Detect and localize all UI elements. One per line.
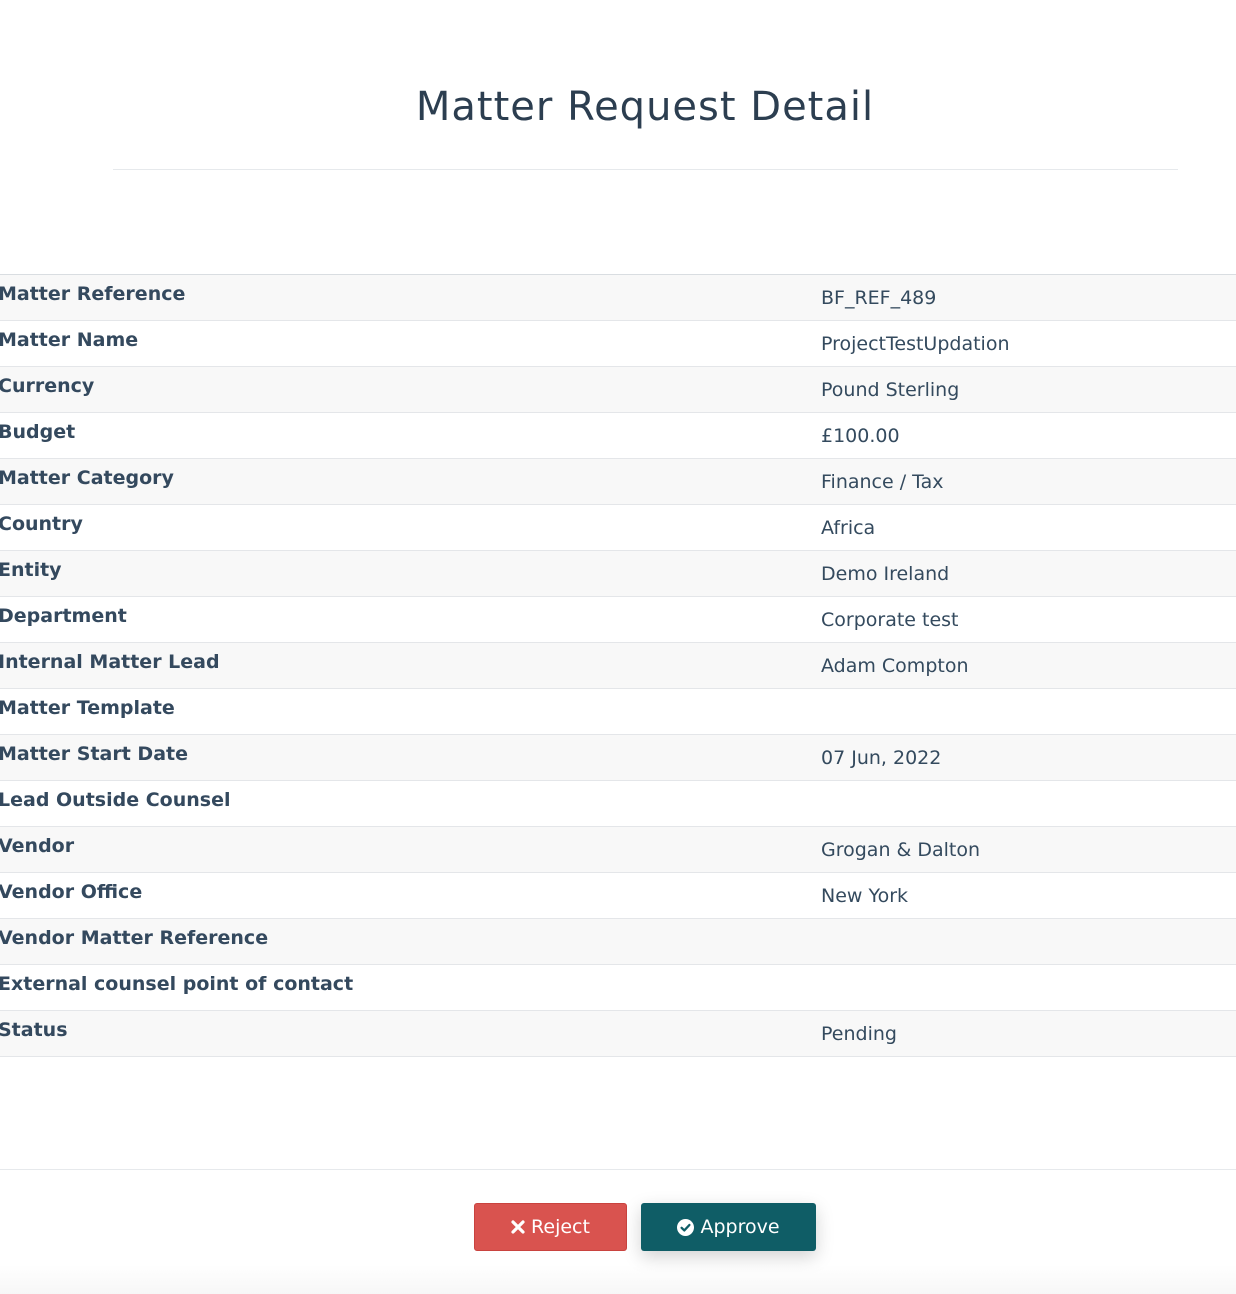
table-row: Matter Category Finance / Tax [0, 458, 1236, 505]
matter-request-detail-page: Matter Request Detail Matter Reference B… [0, 0, 1236, 1294]
detail-label-status: Status [0, 1010, 821, 1057]
detail-label-matter-template: Matter Template [0, 688, 821, 735]
detail-label-vendor-matter-reference: Vendor Matter Reference [0, 918, 821, 965]
footer-shade [0, 1265, 1236, 1294]
detail-value-country: Africa [821, 504, 1236, 551]
detail-value-department: Corporate test [821, 596, 1236, 643]
approve-button[interactable]: Approve [641, 1203, 816, 1251]
table-row: Vendor Matter Reference [0, 918, 1236, 965]
detail-value-lead-outside-counsel [821, 780, 1236, 827]
table-row: Department Corporate test [0, 596, 1236, 643]
detail-label-vendor-office: Vendor Office [0, 872, 821, 919]
times-icon [511, 1220, 525, 1234]
table-row: External counsel point of contact [0, 964, 1236, 1011]
detail-label-external-counsel-contact: External counsel point of contact [0, 964, 821, 1011]
detail-value-entity: Demo Ireland [821, 550, 1236, 597]
detail-label-currency: Currency [0, 366, 821, 413]
title-divider [113, 169, 1178, 170]
detail-label-country: Country [0, 504, 821, 551]
table-row: Budget £100.00 [0, 412, 1236, 459]
detail-value-matter-category: Finance / Tax [821, 458, 1236, 505]
detail-label-matter-reference: Matter Reference [0, 274, 821, 321]
footer-divider [0, 1169, 1236, 1170]
table-row: Matter Name ProjectTestUpdation [0, 320, 1236, 367]
status-badge: Pending [821, 1010, 1236, 1057]
table-row: Country Africa [0, 504, 1236, 551]
detail-value-matter-reference: BF_REF_489 [821, 274, 1236, 321]
table-row: Currency Pound Sterling [0, 366, 1236, 413]
reject-button-label: Reject [531, 1216, 590, 1238]
detail-value-currency: Pound Sterling [821, 366, 1236, 413]
detail-label-department: Department [0, 596, 821, 643]
table-row: Matter Start Date 07 Jun, 2022 [0, 734, 1236, 781]
table-row: Vendor Office New York [0, 872, 1236, 919]
table-row: Entity Demo Ireland [0, 550, 1236, 597]
detail-value-vendor: Grogan & Dalton [821, 826, 1236, 873]
detail-value-external-counsel-contact [821, 964, 1236, 1011]
detail-label-matter-name: Matter Name [0, 320, 821, 367]
detail-label-budget: Budget [0, 412, 821, 459]
detail-value-matter-name: ProjectTestUpdation [821, 320, 1236, 367]
check-circle-icon [677, 1218, 695, 1236]
table-row: Vendor Grogan & Dalton [0, 826, 1236, 873]
table-row: Matter Template [0, 688, 1236, 735]
detail-value-matter-start-date: 07 Jun, 2022 [821, 734, 1236, 781]
detail-value-budget: £100.00 [821, 412, 1236, 459]
page-title: Matter Request Detail [415, 84, 875, 130]
reject-button[interactable]: Reject [474, 1203, 627, 1251]
detail-label-matter-category: Matter Category [0, 458, 821, 505]
detail-value-vendor-office: New York [821, 872, 1236, 919]
detail-label-vendor: Vendor [0, 826, 821, 873]
matter-detail-table: Matter Reference BF_REF_489 Matter Name … [0, 274, 1236, 1057]
detail-value-vendor-matter-reference [821, 918, 1236, 965]
detail-label-entity: Entity [0, 550, 821, 597]
table-row: Matter Reference BF_REF_489 [0, 274, 1236, 321]
detail-label-lead-outside-counsel: Lead Outside Counsel [0, 780, 821, 827]
detail-label-matter-start-date: Matter Start Date [0, 734, 821, 781]
table-row: Status Pending [0, 1010, 1236, 1057]
table-row: Lead Outside Counsel [0, 780, 1236, 827]
detail-value-matter-template [821, 688, 1236, 735]
detail-label-internal-matter-lead: Internal Matter Lead [0, 642, 821, 689]
table-row: Internal Matter Lead Adam Compton [0, 642, 1236, 689]
detail-value-internal-matter-lead: Adam Compton [821, 642, 1236, 689]
approve-button-label: Approve [700, 1216, 780, 1238]
